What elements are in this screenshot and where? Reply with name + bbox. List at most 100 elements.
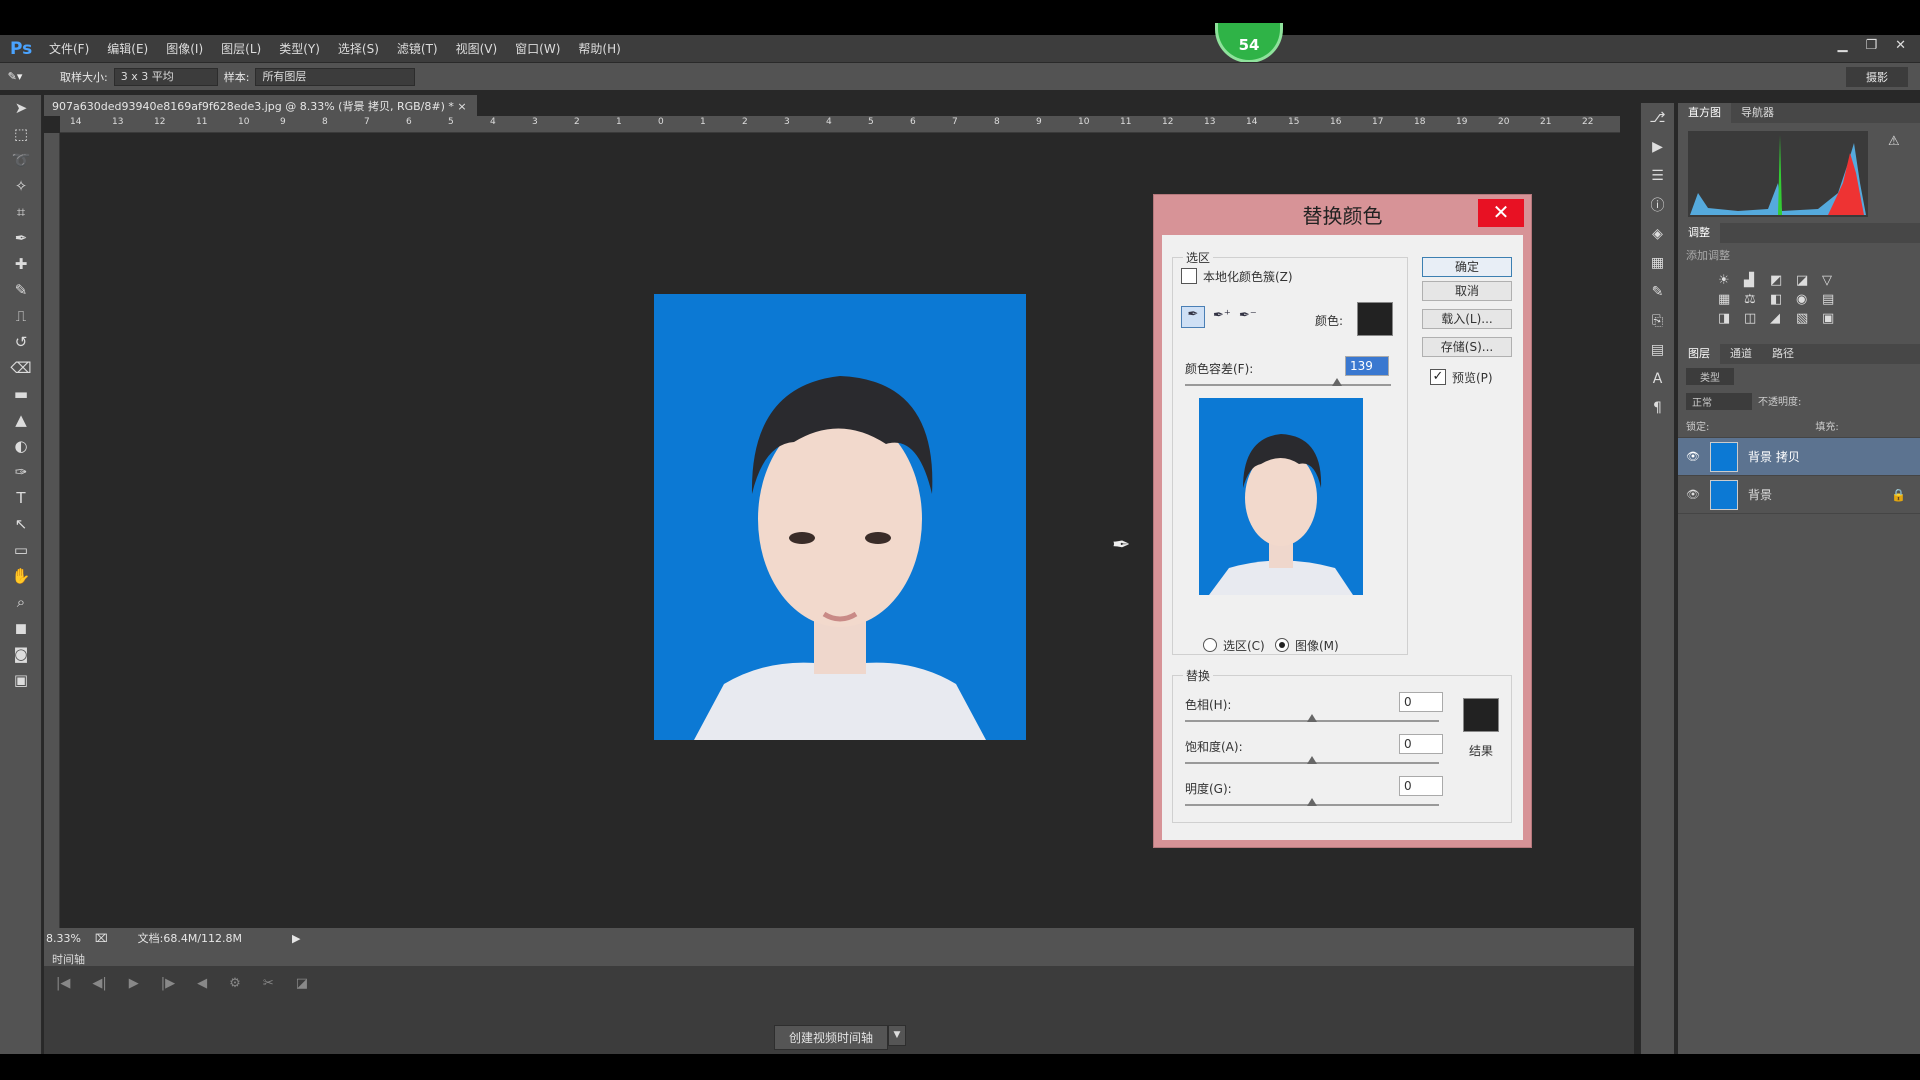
selection-color-swatch[interactable] xyxy=(1357,302,1393,336)
magic-wand-tool-icon[interactable]: ✧ xyxy=(0,173,42,199)
saturation-slider-thumb[interactable] xyxy=(1307,756,1317,764)
notification-badge[interactable]: 54 xyxy=(1215,23,1283,63)
properties-panel-icon[interactable]: ☰ xyxy=(1641,161,1674,190)
move-tool-icon[interactable]: ➤ xyxy=(0,95,42,121)
close-tab-icon[interactable]: × xyxy=(457,100,466,113)
layer-row[interactable]: 👁 背景 拷贝 xyxy=(1678,438,1920,476)
healing-tool-icon[interactable]: ✚ xyxy=(0,251,42,277)
quick-mask-icon[interactable]: ◙ xyxy=(0,641,42,667)
save-button[interactable]: 存储(S)... xyxy=(1422,337,1512,357)
bw-icon[interactable]: ◧ xyxy=(1770,292,1794,307)
gradient-map-icon[interactable]: ▧ xyxy=(1796,311,1820,326)
workspace-select[interactable]: 摄影 xyxy=(1846,67,1908,87)
eraser-tool-icon[interactable]: ⌫ xyxy=(0,355,42,381)
dodge-tool-icon[interactable]: ◐ xyxy=(0,433,42,459)
share-icon[interactable]: ⌧ xyxy=(95,932,108,945)
paragraph-panel-icon[interactable]: ¶ xyxy=(1641,393,1674,422)
zoom-level[interactable]: 8.33% xyxy=(46,932,81,945)
eyedropper-tool-icon[interactable]: ✎▾ xyxy=(0,70,30,83)
prev-frame-icon[interactable]: ◀| xyxy=(92,976,106,991)
character-panel-icon[interactable]: A xyxy=(1641,364,1674,393)
add-to-sample-icon[interactable]: ✒⁺ xyxy=(1213,308,1231,323)
chevron-down-icon[interactable]: ▼ xyxy=(888,1025,906,1046)
exposure-icon[interactable]: ◪ xyxy=(1796,273,1820,288)
first-frame-icon[interactable]: |◀ xyxy=(56,976,70,991)
swatches-panel-icon[interactable]: ▦ xyxy=(1641,248,1674,277)
selective-color-icon[interactable]: ▣ xyxy=(1822,311,1846,326)
menu-item-8[interactable]: 窗口(W) xyxy=(506,40,569,57)
tab-channels[interactable]: 通道 xyxy=(1720,344,1762,364)
eyedropper-tool-icon[interactable]: ✒ xyxy=(0,225,42,251)
brush-tool-icon[interactable]: ✎ xyxy=(0,277,42,303)
settings-icon[interactable]: ⚙ xyxy=(229,976,241,991)
lightness-slider-thumb[interactable] xyxy=(1307,798,1317,806)
hue-sat-icon[interactable]: ▦ xyxy=(1718,292,1742,307)
sample-select[interactable]: 所有图层 xyxy=(255,67,416,86)
posterize-icon[interactable]: ◫ xyxy=(1744,311,1768,326)
tab-paths[interactable]: 路径 xyxy=(1762,344,1804,364)
document-image[interactable] xyxy=(654,294,1026,740)
blur-tool-icon[interactable]: ▲ xyxy=(0,407,42,433)
menu-item-9[interactable]: 帮助(H) xyxy=(569,40,629,57)
menu-item-7[interactable]: 视图(V) xyxy=(447,40,507,57)
radio-selection[interactable] xyxy=(1203,638,1217,652)
status-menu-arrow-icon[interactable]: ▶ xyxy=(292,932,300,945)
shape-tool-icon[interactable]: ▭ xyxy=(0,537,42,563)
zoom-tool-icon[interactable]: ⌕ xyxy=(0,589,42,615)
threshold-icon[interactable]: ◢ xyxy=(1770,311,1794,326)
stamp-tool-icon[interactable]: ⎍ xyxy=(0,303,42,329)
subtract-from-sample-icon[interactable]: ✒⁻ xyxy=(1239,308,1257,323)
photo-filter-icon[interactable]: ◉ xyxy=(1796,292,1820,307)
menu-item-1[interactable]: 编辑(E) xyxy=(98,40,157,57)
levels-icon[interactable]: ▟ xyxy=(1744,273,1768,288)
screen-mode-icon[interactable]: ▣ xyxy=(0,667,42,693)
cancel-button[interactable]: 取消 xyxy=(1422,281,1512,301)
layer-row[interactable]: 👁 背景 🔒 xyxy=(1678,476,1920,514)
menu-item-2[interactable]: 图像(I) xyxy=(157,40,212,57)
brush-panel-icon[interactable]: ✎ xyxy=(1641,277,1674,306)
clone-source-icon[interactable]: ⎘ xyxy=(1641,306,1674,335)
history-panel-icon[interactable]: ⎇ xyxy=(1641,103,1674,132)
lightness-input[interactable]: 0 xyxy=(1399,776,1443,796)
transition-icon[interactable]: ◪ xyxy=(296,976,308,991)
visibility-eye-icon[interactable]: 👁 xyxy=(1686,450,1708,463)
3d-panel-icon[interactable]: ◈ xyxy=(1641,219,1674,248)
actions-panel-icon[interactable]: ▶ xyxy=(1641,132,1674,161)
curves-icon[interactable]: ◩ xyxy=(1770,273,1794,288)
lasso-tool-icon[interactable]: ➰ xyxy=(0,147,42,173)
blend-mode-select[interactable]: 正常 xyxy=(1686,393,1752,410)
marquee-tool-icon[interactable]: ⬚ xyxy=(0,121,42,147)
brightness-icon[interactable]: ☀ xyxy=(1718,273,1742,288)
tab-navigator[interactable]: 导航器 xyxy=(1731,103,1784,123)
hue-input[interactable]: 0 xyxy=(1399,692,1443,712)
next-frame-icon[interactable]: |▶ xyxy=(161,976,175,991)
tab-histogram[interactable]: 直方图 xyxy=(1678,103,1731,123)
menu-item-4[interactable]: 类型(Y) xyxy=(270,40,329,57)
path-select-icon[interactable]: ↖ xyxy=(0,511,42,537)
info-panel-icon[interactable]: ⓘ xyxy=(1641,190,1674,219)
fuzziness-slider-track[interactable] xyxy=(1185,384,1391,386)
close-icon[interactable]: ✕ xyxy=(1895,38,1906,53)
load-button[interactable]: 载入(L)... xyxy=(1422,309,1512,329)
minimize-icon[interactable]: ▁ xyxy=(1837,38,1847,53)
color-swatches-icon[interactable]: ◼ xyxy=(0,615,42,641)
invert-icon[interactable]: ◨ xyxy=(1718,311,1742,326)
hand-tool-icon[interactable]: ✋ xyxy=(0,563,42,589)
fuzziness-input[interactable]: 139 xyxy=(1345,356,1389,376)
menu-item-6[interactable]: 滤镜(T) xyxy=(388,40,447,57)
create-video-timeline-button[interactable]: 创建视频时间轴 xyxy=(774,1025,889,1050)
type-tool-icon[interactable]: T xyxy=(0,485,42,511)
restore-icon[interactable]: ❐ xyxy=(1865,38,1877,53)
layer-kind-filter[interactable]: 类型 xyxy=(1686,368,1734,385)
split-icon[interactable]: ✂ xyxy=(263,976,274,991)
fuzziness-slider-thumb[interactable] xyxy=(1332,378,1343,386)
tab-layers[interactable]: 图层 xyxy=(1678,344,1720,364)
vibrance-icon[interactable]: ▽ xyxy=(1822,273,1846,288)
audio-icon[interactable]: ◀ xyxy=(197,976,207,991)
menu-item-3[interactable]: 图层(L) xyxy=(212,40,270,57)
layer-comps-icon[interactable]: ▤ xyxy=(1641,335,1674,364)
menu-item-5[interactable]: 选择(S) xyxy=(329,40,388,57)
result-color-swatch[interactable] xyxy=(1463,698,1499,732)
saturation-input[interactable]: 0 xyxy=(1399,734,1443,754)
gradient-tool-icon[interactable]: ▬ xyxy=(0,381,42,407)
